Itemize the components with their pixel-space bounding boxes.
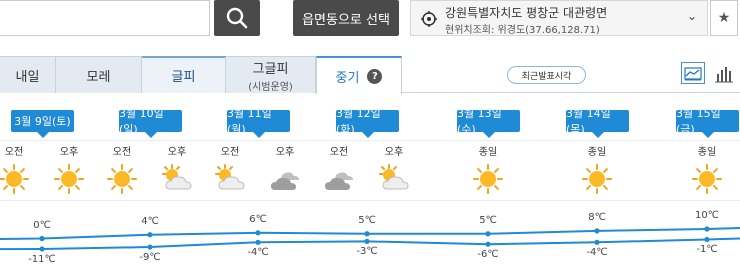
temp-point xyxy=(594,228,600,234)
temp-point xyxy=(704,236,710,243)
temp-point xyxy=(364,231,370,237)
temp-point xyxy=(594,239,600,245)
temp-point xyxy=(364,238,370,244)
min-temp-line xyxy=(0,237,740,251)
temp-point xyxy=(39,235,45,242)
temp-point xyxy=(704,226,710,232)
temp-point xyxy=(39,246,45,252)
temp-point xyxy=(485,241,491,247)
temp-point xyxy=(485,231,491,237)
temp-point xyxy=(147,244,153,250)
max-temp-line xyxy=(0,227,740,240)
temp-point xyxy=(255,239,261,245)
temp-point xyxy=(147,232,153,238)
temp-point xyxy=(255,230,261,236)
temperature-chart xyxy=(0,226,740,252)
